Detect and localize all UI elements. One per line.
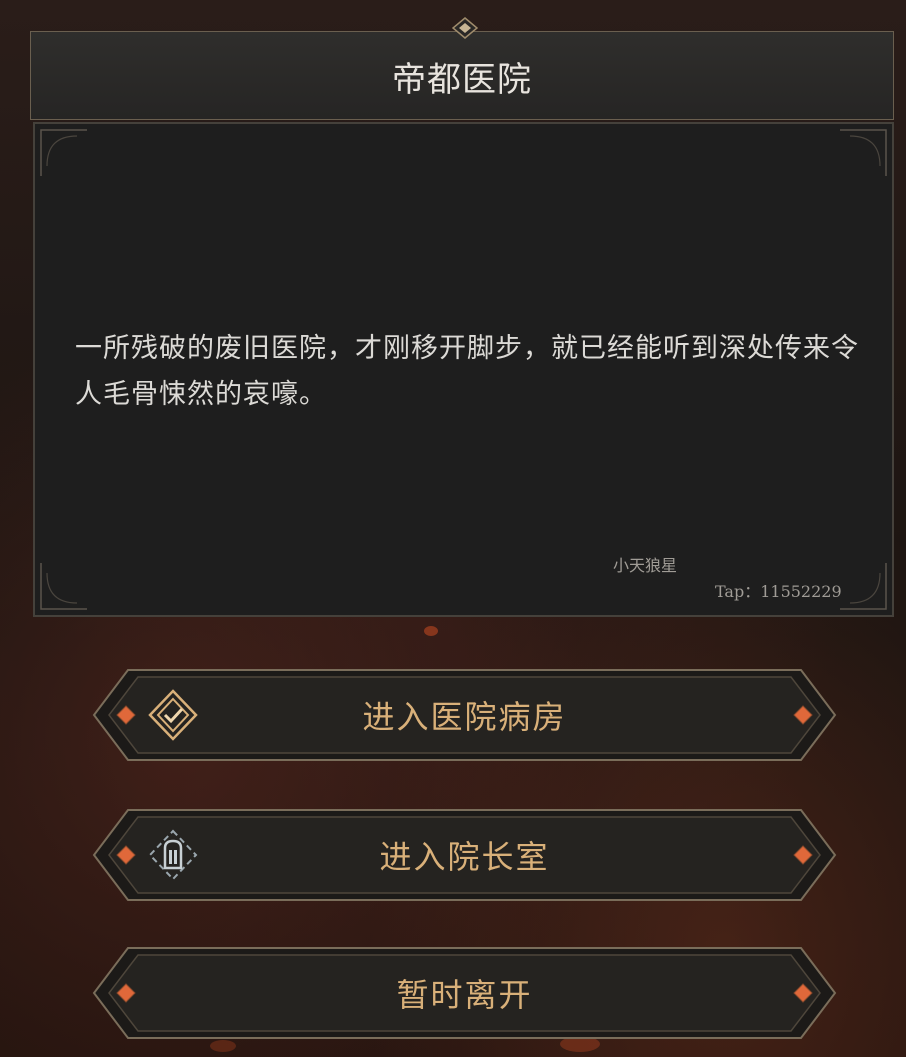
choice-label: 进入医院病房 [362, 698, 567, 736]
background-ember [210, 1040, 236, 1052]
dialog-description: 一所残破的废旧医院，才刚移开脚步，就已经能听到深处传来令人毛骨悚然的哀嚎。 [75, 333, 859, 410]
background-ember [424, 626, 438, 636]
dialog-panel: 一所残破的废旧医院，才刚移开脚步，就已经能听到深处传来令人毛骨悚然的哀嚎。 小天… [33, 122, 894, 617]
corner-ornament [40, 563, 87, 610]
choice-label: 进入院长室 [379, 838, 550, 876]
title-gem-ornament [452, 17, 478, 39]
corner-ornament [840, 563, 887, 610]
leave-button[interactable]: 暂时离开 [92, 946, 837, 1040]
enter-ward-button[interactable]: 进入医院病房 [92, 668, 837, 762]
dialog-title: 帝都医院 [392, 60, 532, 100]
corner-ornament [40, 129, 87, 176]
watermark-tap-id: Tap：11552229 [715, 582, 842, 601]
enter-director-office-button[interactable]: 进入院长室 [92, 808, 837, 902]
watermark-name: 小天狼星 [613, 556, 678, 575]
choice-label: 暂时离开 [396, 976, 533, 1014]
corner-ornament [840, 129, 887, 176]
dialog-title-bar: 帝都医院 [30, 31, 894, 120]
